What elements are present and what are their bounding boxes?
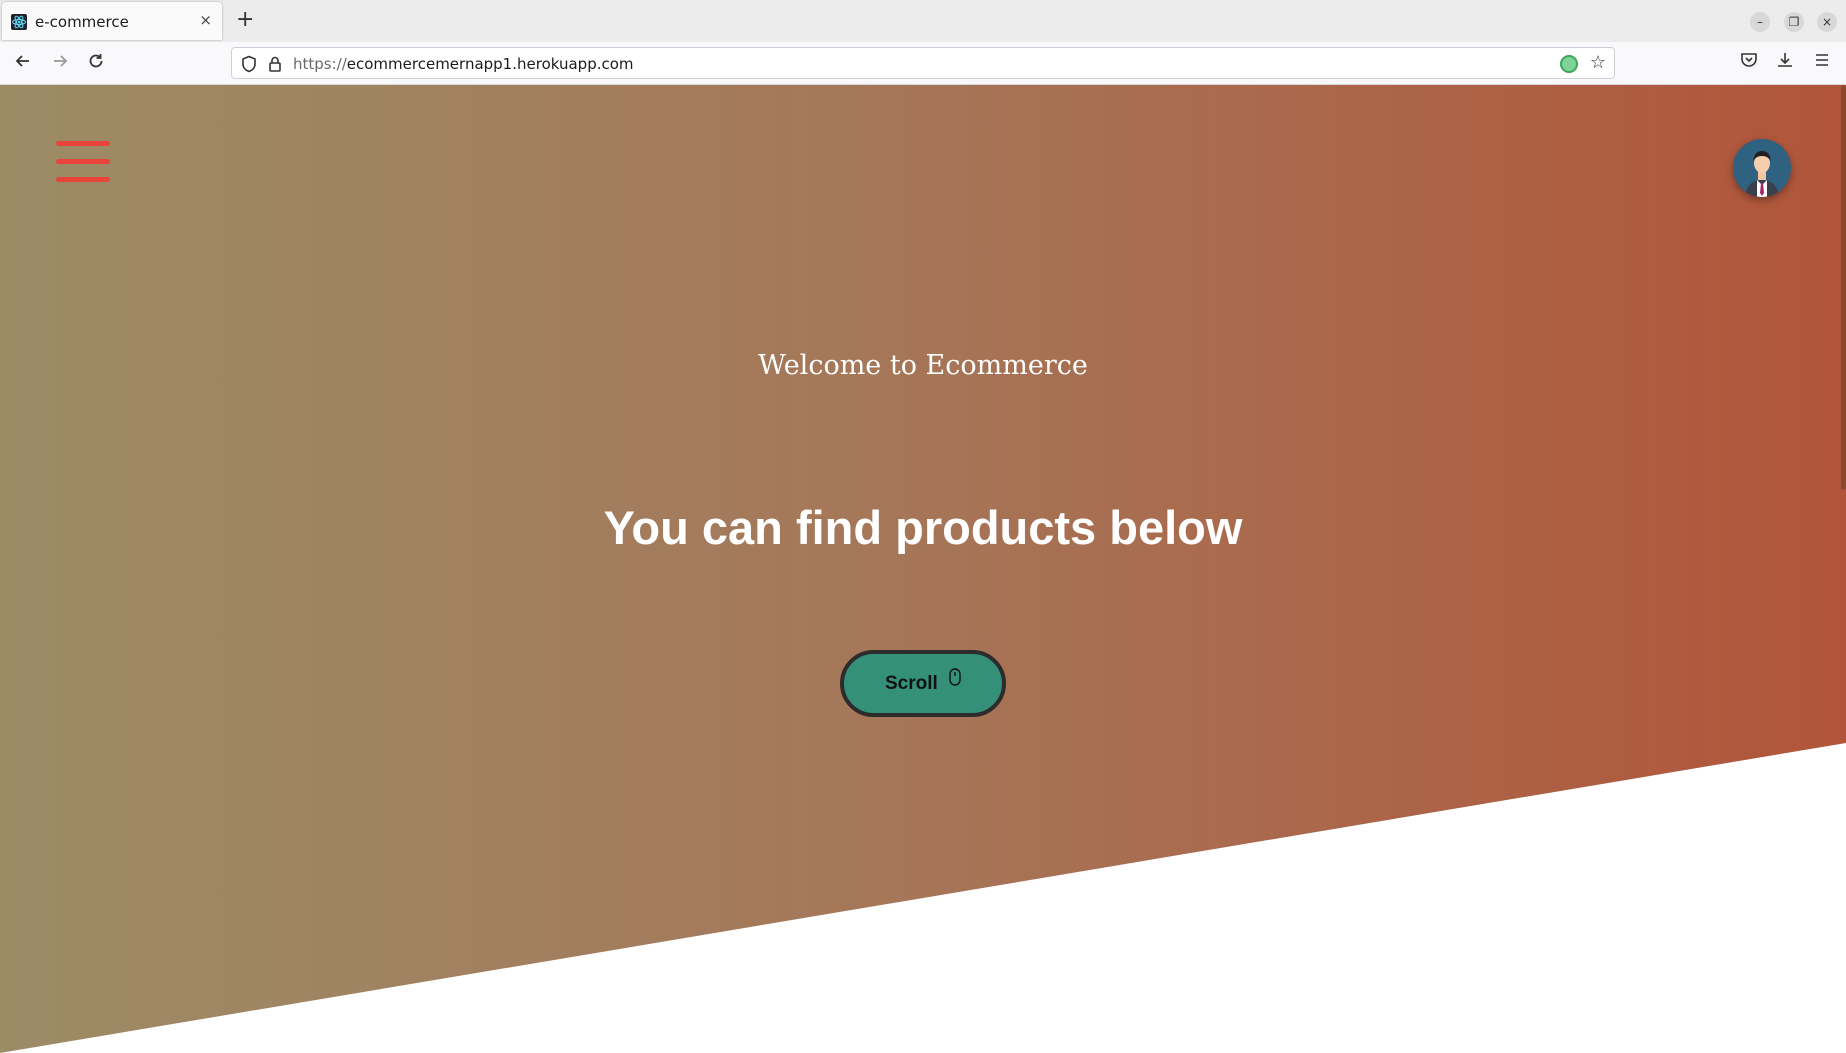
reload-icon[interactable]: [87, 52, 105, 75]
app-menu-icon[interactable]: [1813, 51, 1831, 74]
back-arrow-icon[interactable]: [14, 52, 32, 75]
restore-window-icon[interactable]: ❐: [1784, 12, 1804, 32]
address-bar[interactable]: https://ecommercemernapp1.herokuapp.com …: [231, 47, 1615, 79]
url-text[interactable]: https://ecommercemernapp1.herokuapp.com: [293, 55, 634, 73]
browser-tab-strip: e-commerce × + – ❐ ×: [0, 0, 1846, 42]
react-favicon-icon: [11, 14, 27, 30]
tab-close-icon[interactable]: ×: [199, 11, 212, 29]
lock-icon[interactable]: [268, 55, 282, 77]
scroll-button-label: Scroll: [884, 673, 938, 694]
download-icon[interactable]: [1776, 51, 1794, 74]
user-avatar[interactable]: [1733, 139, 1791, 197]
browser-tab[interactable]: e-commerce ×: [2, 2, 222, 40]
hero-banner: Welcome to Ecommerce You can find produc…: [0, 85, 1846, 1053]
page-scrollbar[interactable]: [1841, 85, 1846, 490]
browser-nav-bar: https://ecommercemernapp1.herokuapp.com …: [0, 42, 1846, 85]
pocket-icon[interactable]: [1740, 51, 1758, 74]
page-viewport: Welcome to Ecommerce You can find produc…: [0, 85, 1846, 1053]
hamburger-menu-icon[interactable]: [56, 137, 110, 187]
new-tab-button[interactable]: +: [236, 7, 254, 32]
forward-arrow-icon[interactable]: [51, 52, 69, 75]
mouse-icon: [949, 651, 961, 710]
bookmark-star-icon[interactable]: ☆: [1590, 52, 1606, 73]
hero-headline: You can find products below: [603, 501, 1243, 554]
profile-person-icon: [1733, 139, 1791, 197]
scroll-button[interactable]: Scroll: [840, 650, 1006, 717]
extension-icon[interactable]: [1560, 55, 1578, 73]
minimize-window-icon[interactable]: –: [1750, 12, 1770, 32]
tracking-shield-icon[interactable]: [241, 55, 257, 77]
welcome-heading: Welcome to Ecommerce: [758, 350, 1088, 381]
close-window-icon[interactable]: ×: [1817, 12, 1837, 32]
tab-title: e-commerce: [35, 13, 129, 31]
